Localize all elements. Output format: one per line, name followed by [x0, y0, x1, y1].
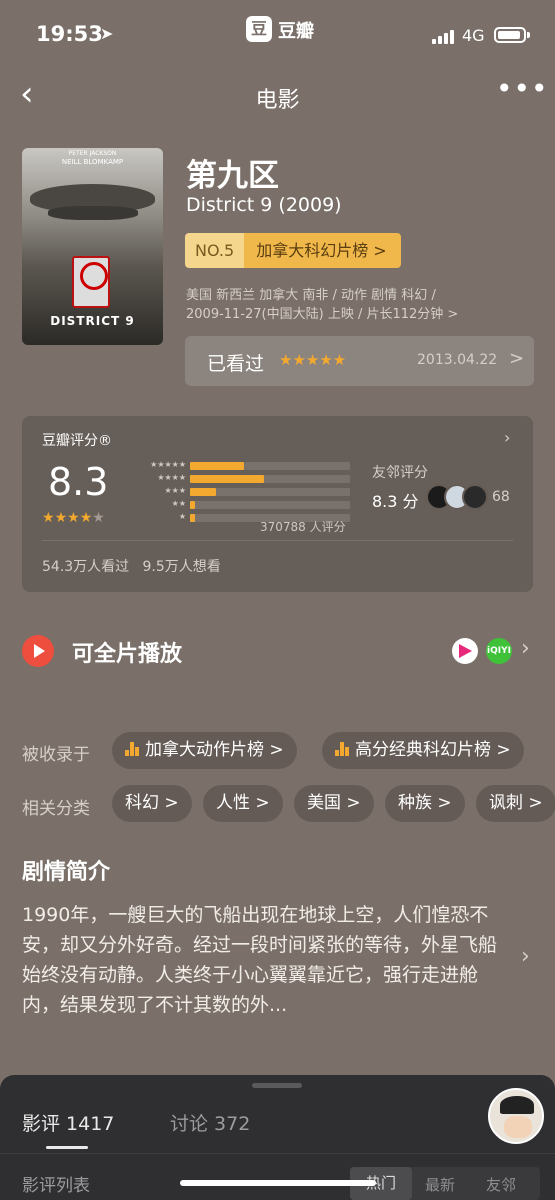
tag-chip[interactable]: 讽刺 >	[476, 785, 555, 822]
tag-chip[interactable]: 科幻 >	[112, 785, 192, 822]
movie-original-title: District 9 (2009)	[186, 194, 342, 216]
divider	[0, 1153, 555, 1154]
segment-friends[interactable]: 友邻	[486, 1174, 516, 1195]
distribution-bar	[190, 475, 264, 483]
avatar	[462, 484, 488, 510]
chart-icon	[335, 742, 349, 756]
play-label[interactable]: 可全片播放	[72, 636, 182, 668]
tag-chip[interactable]: 人性 >	[203, 785, 283, 822]
distribution-stars: ★★	[171, 499, 186, 508]
tag-chip[interactable]: 种族 >	[385, 785, 465, 822]
rating-count: 370788 人评分	[260, 520, 346, 534]
more-icon[interactable]: •••	[496, 72, 549, 105]
collections-label: 被收录于	[22, 745, 90, 765]
tab-reviews[interactable]: 影评 1417	[22, 1109, 114, 1136]
youku-platform-icon[interactable]	[452, 638, 478, 664]
chevron-right-icon: ›	[504, 428, 511, 447]
collection-chip-label: 高分经典科幻片榜 >	[355, 740, 511, 760]
watched-status-button[interactable]: 已看过 ★★★★★ 2013.04.22 >	[185, 336, 534, 386]
my-rating-stars: ★★★★★	[279, 351, 347, 369]
play-icon[interactable]	[22, 635, 54, 667]
clock: 19:53	[36, 22, 103, 46]
chevron-right-icon[interactable]: ›	[521, 636, 530, 661]
movie-meta[interactable]: 美国 新西兰 加拿大 南非 / 动作 剧情 科幻 / 2009-11-27(中国…	[186, 286, 516, 324]
friends-rating-count: 68	[492, 489, 510, 505]
distribution-row: ★★★	[132, 486, 352, 498]
distribution-bar	[190, 462, 244, 470]
distribution-bar	[190, 514, 195, 522]
rating-stars: ★★★★★	[42, 510, 105, 526]
watched-date: 2013.04.22	[417, 352, 498, 368]
user-avatar[interactable]	[488, 1088, 544, 1144]
distribution-row: ★★	[132, 499, 352, 511]
poster-title-text: DISTRICT 9	[50, 314, 135, 328]
signal-icon	[432, 28, 456, 44]
synopsis-text[interactable]: 1990年，一艘巨大的飞船出现在地球上空，人们惶恐不安，却又分外好奇。经过一段时…	[22, 900, 510, 1020]
star-filled-icon: ★	[42, 510, 55, 526]
distribution-stars: ★★★	[164, 486, 186, 495]
star-empty-icon: ★	[92, 510, 105, 526]
chart-icon	[125, 742, 139, 756]
douban-logo-icon: 豆	[246, 16, 272, 42]
divider	[42, 540, 513, 541]
star-filled-icon: ★	[79, 510, 93, 526]
iqiyi-platform-icon[interactable]: iQIYI	[486, 638, 512, 664]
segment-latest[interactable]: 最新	[425, 1174, 455, 1195]
distribution-stars: ★★★★	[157, 473, 186, 482]
distribution-row: ★★★★★	[132, 460, 352, 472]
collection-chip[interactable]: 高分经典科幻片榜 >	[322, 732, 524, 769]
movie-meta-line2: 2009-11-27(中国大陆) 上映 / 片长112分钟 >	[186, 307, 459, 322]
distribution-track	[190, 501, 350, 509]
watch-stats: 54.3万人看过 9.5万人想看	[42, 559, 221, 575]
review-list-label: 影评列表	[22, 1176, 90, 1196]
rating-label: 豆瓣评分®	[42, 433, 112, 449]
home-indicator	[180, 1180, 376, 1186]
collection-chip-label: 加拿大动作片榜 >	[145, 740, 284, 760]
status-app-name: 豆瓣	[278, 21, 314, 42]
poster-sign	[72, 256, 110, 308]
tag-chip[interactable]: 美国 >	[294, 785, 374, 822]
poster-ship-lower	[48, 206, 138, 220]
watched-label: 已看过	[207, 353, 265, 375]
battery-tip	[527, 32, 530, 38]
rank-list-name: 加拿大科幻片榜 >	[244, 233, 401, 268]
network-type: 4G	[462, 26, 485, 45]
rank-number: NO.5	[185, 233, 245, 268]
page-title: 电影	[255, 88, 300, 113]
friend-avatars[interactable]	[426, 484, 488, 510]
tab-underline	[46, 1146, 88, 1149]
rating-card[interactable]: 豆瓣评分® › 8.3 ★★★★★ ★★★★★ ★★★★ ★★★ ★★ ★ 友邻评分 8…	[22, 416, 533, 592]
location-arrow-icon: ➤	[100, 24, 114, 43]
battery-icon	[494, 27, 526, 43]
chevron-right-icon: >	[509, 348, 525, 369]
chevron-right-icon[interactable]: ›	[521, 944, 530, 969]
movie-poster[interactable]: PETER JACKSON NEILL BLOMKAMP DISTRICT 9	[22, 148, 163, 345]
tags-label: 相关分类	[22, 799, 90, 819]
star-filled-icon: ★	[67, 510, 80, 526]
status-bar: 19:53 ➤ 豆 豆瓣 4G	[0, 0, 555, 70]
rank-badge[interactable]: NO.5 加拿大科幻片榜 >	[185, 233, 401, 268]
movie-title: 第九区	[186, 158, 279, 194]
poster-director-text: NEILL BLOMKAMP	[61, 158, 124, 166]
rating-score: 8.3	[48, 460, 109, 504]
collection-chip[interactable]: 加拿大动作片榜 >	[112, 732, 297, 769]
sheet-handle[interactable]	[252, 1083, 302, 1088]
distribution-stars: ★★★★★	[150, 460, 186, 469]
distribution-bar	[190, 501, 195, 509]
poster-top-text: PETER JACKSON	[68, 150, 117, 157]
distribution-stars: ★	[178, 512, 186, 521]
rating-distribution: ★★★★★ ★★★★ ★★★ ★★ ★	[132, 460, 352, 526]
friends-rating-label: 友邻评分	[372, 465, 428, 481]
friends-rating-score: 8.3 分	[372, 492, 419, 511]
sort-segmented-control[interactable]: 热门 最新 友邻	[350, 1167, 540, 1200]
movie-meta-line1: 美国 新西兰 加拿大 南非 / 动作 剧情 科幻 /	[186, 288, 436, 303]
tab-discussions[interactable]: 讨论 372	[170, 1109, 250, 1136]
synopsis-title: 剧情简介	[22, 860, 111, 885]
distribution-bar	[190, 488, 216, 496]
star-filled-icon: ★	[54, 510, 68, 526]
distribution-row: ★★★★	[132, 473, 352, 485]
